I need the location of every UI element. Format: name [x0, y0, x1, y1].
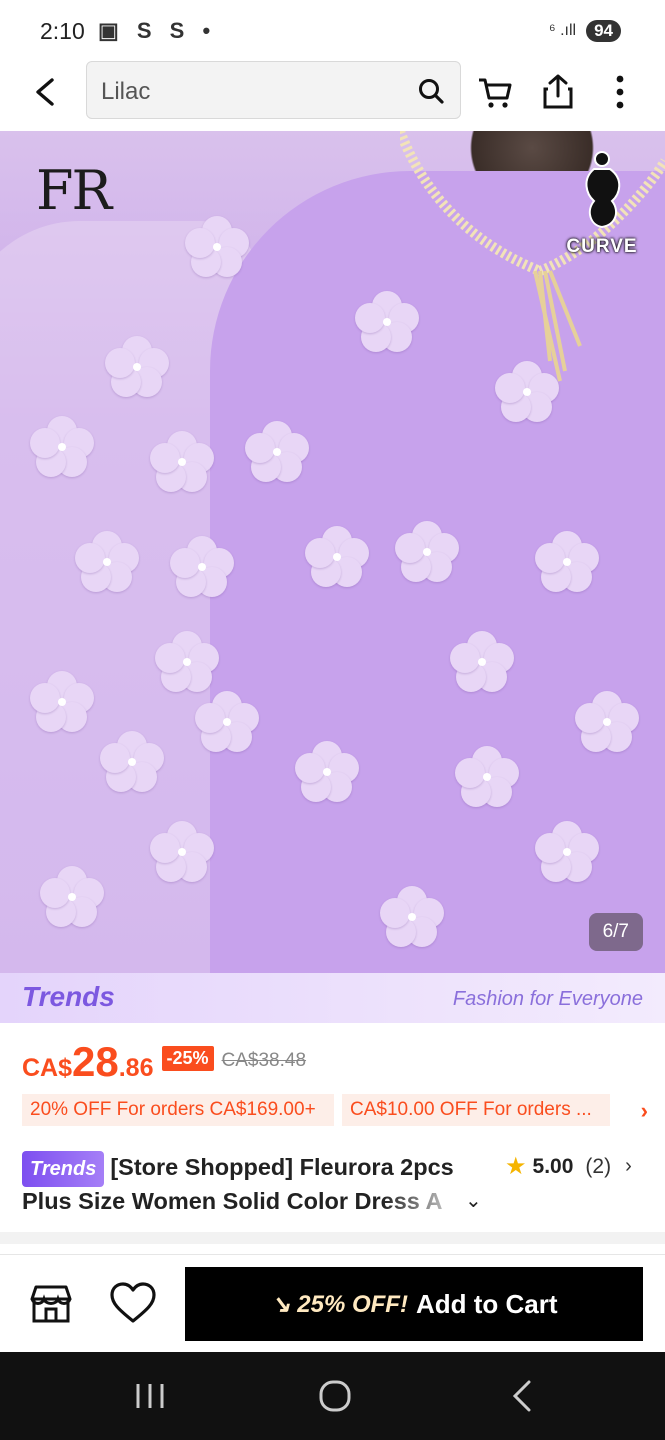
flower-applique: [535, 531, 599, 595]
flower-applique: [450, 631, 514, 695]
add-to-cart-button[interactable]: ↘ 25% OFF! Add to Cart: [185, 1267, 643, 1341]
trends-tagline: Fashion for Everyone: [452, 988, 643, 1010]
flower-applique: [170, 536, 234, 600]
curve-label: CURVE: [566, 236, 638, 257]
product-title[interactable]: Trends [Store Shopped] Fleurora 2pcs Plus…: [22, 1150, 492, 1218]
flower-applique: [535, 821, 599, 885]
trend-down-icon: ↘: [270, 1290, 291, 1318]
flower-applique: [30, 416, 94, 480]
star-icon: ★: [505, 1153, 527, 1180]
status-right: ⁶ .ıll 94: [549, 20, 621, 42]
image-counter: 6/7: [588, 913, 643, 951]
original-price: CA$38.48: [221, 1050, 307, 1071]
curve-silhouette-icon: [585, 151, 621, 229]
flower-applique: [150, 431, 214, 495]
status-time: 2:10: [40, 18, 85, 44]
more-options-icon[interactable]: [600, 72, 640, 112]
cart-label: Add to Cart: [415, 1288, 558, 1319]
search-input[interactable]: Lilac: [101, 78, 150, 106]
flower-applique: [245, 421, 309, 485]
title-line-1: Trends [Store Shopped] Fleurora 2pcs: [22, 1150, 492, 1187]
flower-applique: [295, 741, 359, 805]
home-icon[interactable]: [315, 1376, 355, 1416]
flower-applique: [380, 886, 444, 950]
curve-badge: CURVE: [557, 149, 647, 258]
trends-banner[interactable]: Trends Fashion for Everyone: [0, 973, 665, 1023]
flower-applique: [100, 731, 164, 795]
coupon-chip[interactable]: 20% OFF For orders CA$169.00+: [22, 1094, 334, 1126]
cart-icon[interactable]: [475, 72, 515, 112]
rating-score: 5.00: [532, 1154, 574, 1178]
top-bar: Lilac: [0, 60, 665, 130]
bottom-action-bar: ↘ 25% OFF! Add to Cart: [0, 1254, 665, 1352]
flower-applique: [150, 821, 214, 885]
flower-applique: [40, 866, 104, 930]
cart-promo: ↘ 25% OFF!: [270, 1290, 408, 1318]
brand-logo: FR: [36, 159, 112, 222]
product-image[interactable]: FR CURVE 6/7: [0, 131, 665, 973]
store-icon[interactable]: [24, 1277, 78, 1331]
title-line-2: Plus Size Women Solid Color Dress A: [22, 1188, 443, 1214]
price-integer: 28: [72, 1038, 119, 1085]
discount-badge: -25%: [161, 1046, 214, 1071]
search-field[interactable]: Lilac: [86, 61, 461, 119]
back-nav-icon[interactable]: [503, 1376, 543, 1416]
recent-apps-icon[interactable]: [130, 1376, 170, 1416]
flower-applique: [575, 691, 639, 755]
trends-badge: Trends: [22, 1151, 105, 1187]
back-arrow-icon[interactable]: [26, 72, 66, 112]
flower-applique: [395, 521, 459, 585]
status-bar: 2:10 ▣ S S • ⁶ .ıll 94: [0, 0, 665, 62]
flower-applique: [355, 291, 419, 355]
wifi-signal-icon: ⁶ .ıll: [549, 22, 577, 39]
flower-applique: [455, 746, 519, 810]
flower-applique: [30, 671, 94, 735]
wishlist-heart-icon[interactable]: [106, 1277, 160, 1331]
flower-applique: [305, 526, 369, 590]
notification-icons: ▣ S S •: [98, 18, 217, 43]
chevron-right-icon[interactable]: ›: [625, 1155, 632, 1178]
flower-applique: [495, 361, 559, 425]
section-divider: [0, 1232, 665, 1244]
system-nav-bar: [0, 1352, 665, 1440]
rating-summary[interactable]: ★ 5.00 (2) ›: [505, 1152, 632, 1181]
title-line-2-wrap: Plus Size Women Solid Color Dress A: [22, 1184, 492, 1218]
flower-applique: [195, 691, 259, 755]
share-icon[interactable]: [538, 72, 578, 112]
chevron-down-icon[interactable]: ⌄: [465, 1188, 482, 1213]
flower-applique: [155, 631, 219, 695]
flower-applique: [75, 531, 139, 595]
coupon-row[interactable]: 20% OFF For orders CA$169.00+ CA$10.00 O…: [22, 1094, 652, 1126]
chevron-right-icon[interactable]: ›: [641, 1098, 648, 1124]
price-currency: CA$: [22, 1054, 73, 1082]
price-decimal: .86: [118, 1054, 154, 1082]
flower-applique: [105, 336, 169, 400]
price-row: CA$ 28 .86 -25% CA$38.48: [22, 1038, 306, 1086]
flower-applique: [185, 216, 249, 280]
fade-mask: [382, 1184, 472, 1218]
rating-count: (2): [585, 1154, 612, 1178]
trends-logo: Trends: [22, 981, 115, 1012]
coupon-chip[interactable]: CA$10.00 OFF For orders ...: [342, 1094, 610, 1126]
search-icon[interactable]: [416, 76, 446, 106]
battery-indicator: 94: [586, 20, 621, 42]
